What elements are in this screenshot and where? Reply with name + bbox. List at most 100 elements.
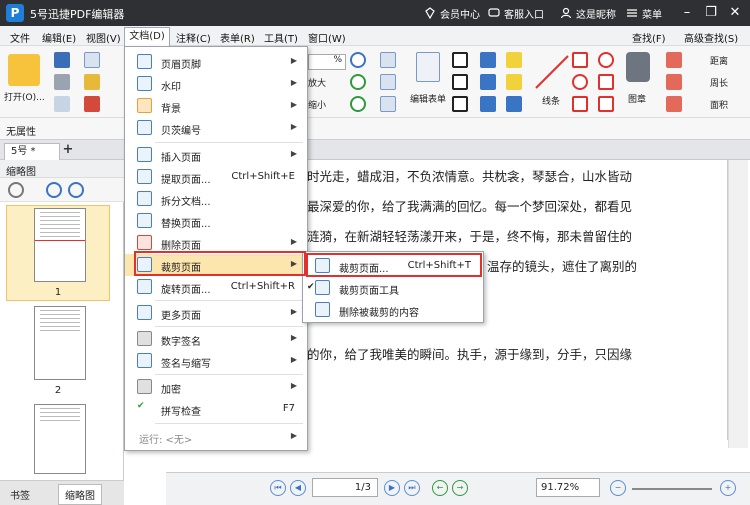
menu-item-digital-signature[interactable]: 数字签名 ▶	[125, 328, 307, 350]
print-icon[interactable]	[54, 74, 70, 90]
maximize-button[interactable]: ❐	[702, 4, 720, 22]
next-page-button[interactable]: ▶	[384, 480, 400, 496]
gear-icon[interactable]	[8, 182, 24, 198]
menu-item-replace-page[interactable]: 替换页面...	[125, 210, 307, 232]
open-button[interactable]: 打开(O)...	[4, 90, 45, 103]
menu-item-more-pages[interactable]: 更多页面 ▶	[125, 302, 307, 324]
convert-icon[interactable]	[84, 96, 100, 112]
back-button[interactable]: ←	[432, 480, 448, 496]
document-icon[interactable]	[54, 96, 70, 112]
first-page-button[interactable]: ⏮	[270, 480, 286, 496]
ellipse-icon[interactable]	[572, 74, 588, 90]
distance-button[interactable]: 距离	[710, 54, 728, 67]
zoom-input[interactable]: %	[308, 54, 346, 70]
refresh-icon[interactable]	[350, 96, 366, 112]
member-center-link[interactable]: 会员中心	[424, 5, 480, 21]
polygon-icon[interactable]	[572, 96, 588, 112]
edit-text-icon[interactable]	[380, 74, 396, 90]
menu-comment[interactable]: 注释(C)	[176, 30, 211, 45]
edit-form-button[interactable]: 编辑表单	[410, 92, 446, 105]
thumbnail-page-3[interactable]	[34, 404, 86, 474]
lines-button[interactable]: 线条	[542, 94, 560, 107]
email-icon[interactable]	[84, 52, 100, 68]
textbox-icon[interactable]	[480, 74, 496, 90]
menu-item-watermark[interactable]: 水印 ▶	[125, 73, 307, 95]
zoom-in-thumbnail-icon[interactable]	[46, 182, 62, 198]
highlighter-icon[interactable]	[666, 74, 682, 90]
advanced-find-button[interactable]: 高级查找(S)	[684, 30, 738, 45]
submenu-item-delete-cropped[interactable]: 删除被裁剪的内容	[303, 299, 483, 321]
rectangle-icon[interactable]	[572, 52, 588, 68]
menu-edit[interactable]: 编辑(E)	[42, 30, 76, 45]
measure-icon[interactable]	[666, 96, 682, 112]
menu-item-insert-page[interactable]: 插入页面 ▶	[125, 144, 307, 166]
attachment-icon[interactable]	[506, 74, 522, 90]
menu-item-encrypt[interactable]: 加密 ▶	[125, 376, 307, 398]
submenu-item-crop-tool[interactable]: ✔ 裁剪页面工具	[303, 277, 483, 299]
menu-form[interactable]: 表单(R)	[220, 30, 255, 45]
menu-window[interactable]: 窗口(W)	[308, 30, 346, 45]
menu-item-split-document[interactable]: 拆分文档...	[125, 188, 307, 210]
prev-page-button[interactable]: ◀	[290, 480, 306, 496]
note-icon[interactable]	[506, 52, 522, 68]
polyline-icon[interactable]	[598, 74, 614, 90]
sound-icon[interactable]	[506, 96, 522, 112]
zoom-out-button[interactable]: 缩小	[308, 98, 326, 111]
zoom-slider[interactable]	[632, 488, 712, 490]
pencil-icon[interactable]	[598, 96, 614, 112]
find-button[interactable]: 查找(F)	[632, 30, 666, 45]
save-icon[interactable]	[54, 52, 70, 68]
user-profile-link[interactable]: 这是昵称	[560, 5, 616, 21]
checkbox-field-icon[interactable]	[452, 74, 468, 90]
menu-file[interactable]: 文件	[10, 30, 30, 45]
thumbnail-tab[interactable]: 缩略图	[58, 484, 102, 505]
zoom-plus-icon[interactable]	[350, 52, 366, 68]
document-tab[interactable]: 5号 *	[4, 143, 60, 160]
page-number-input[interactable]: 1/3	[312, 478, 378, 497]
image-icon[interactable]	[380, 96, 396, 112]
close-button[interactable]: ✕	[726, 4, 744, 22]
thumbnail-page-2[interactable]	[34, 306, 86, 380]
menu-item-header-footer[interactable]: 页眉页脚 ▶	[125, 51, 307, 73]
zoom-in-button-status[interactable]: +	[720, 480, 736, 496]
menu-item-run[interactable]: 运行: <无> ▶	[125, 426, 307, 448]
minimize-button[interactable]: –	[678, 4, 696, 22]
customer-service-link[interactable]: 客服入口	[488, 5, 544, 21]
perimeter-button[interactable]: 周长	[710, 76, 728, 89]
rotate-icon[interactable]	[350, 74, 366, 90]
chat-icon	[488, 8, 500, 17]
menu-document[interactable]: 文档(D)	[124, 27, 170, 46]
stamp-icon[interactable]	[626, 52, 650, 82]
menu-item-background[interactable]: 背景 ▶	[125, 95, 307, 117]
thumbnail-page-1[interactable]	[34, 208, 86, 282]
menu-item-spell-check[interactable]: ✔ 拼写检查 F7	[125, 398, 307, 420]
scan-icon[interactable]	[84, 74, 100, 90]
select-text-icon[interactable]	[380, 52, 396, 68]
last-page-button[interactable]: ⏭	[404, 480, 420, 496]
bookmark-tab[interactable]: 书签	[10, 487, 30, 502]
main-menu-button[interactable]: 菜单	[626, 5, 662, 21]
area-button[interactable]: 面积	[710, 98, 728, 111]
callout-icon[interactable]	[480, 96, 496, 112]
line-icon[interactable]	[534, 54, 570, 90]
zoom-in-button[interactable]: 放大	[308, 76, 326, 89]
menu-item-extract-page[interactable]: 提取页面... Ctrl+Shift+E	[125, 166, 307, 188]
menu-item-bates-number[interactable]: 贝茨编号 ▶	[125, 117, 307, 139]
form-icon[interactable]	[416, 52, 440, 82]
stamp-button[interactable]: 图章	[628, 92, 646, 105]
text-field-icon[interactable]	[452, 52, 468, 68]
zoom-level-select[interactable]: 91.72%	[536, 478, 600, 497]
button-field-icon[interactable]	[452, 96, 468, 112]
menu-item-sign-initials[interactable]: 签名与缩写 ▶	[125, 350, 307, 372]
zoom-out-button-status[interactable]: −	[610, 480, 626, 496]
new-tab-button[interactable]: +	[62, 143, 74, 156]
typewriter-icon[interactable]	[480, 52, 496, 68]
menu-item-rotate-page[interactable]: 旋转页面... Ctrl+Shift+R	[125, 276, 307, 298]
menu-tools[interactable]: 工具(T)	[264, 30, 298, 45]
eraser-icon[interactable]	[666, 52, 682, 68]
circle-icon[interactable]	[598, 52, 614, 68]
menu-view[interactable]: 视图(V)	[86, 30, 121, 45]
vertical-scrollbar[interactable]	[728, 160, 748, 448]
zoom-out-thumbnail-icon[interactable]	[68, 182, 84, 198]
forward-button[interactable]: →	[452, 480, 468, 496]
